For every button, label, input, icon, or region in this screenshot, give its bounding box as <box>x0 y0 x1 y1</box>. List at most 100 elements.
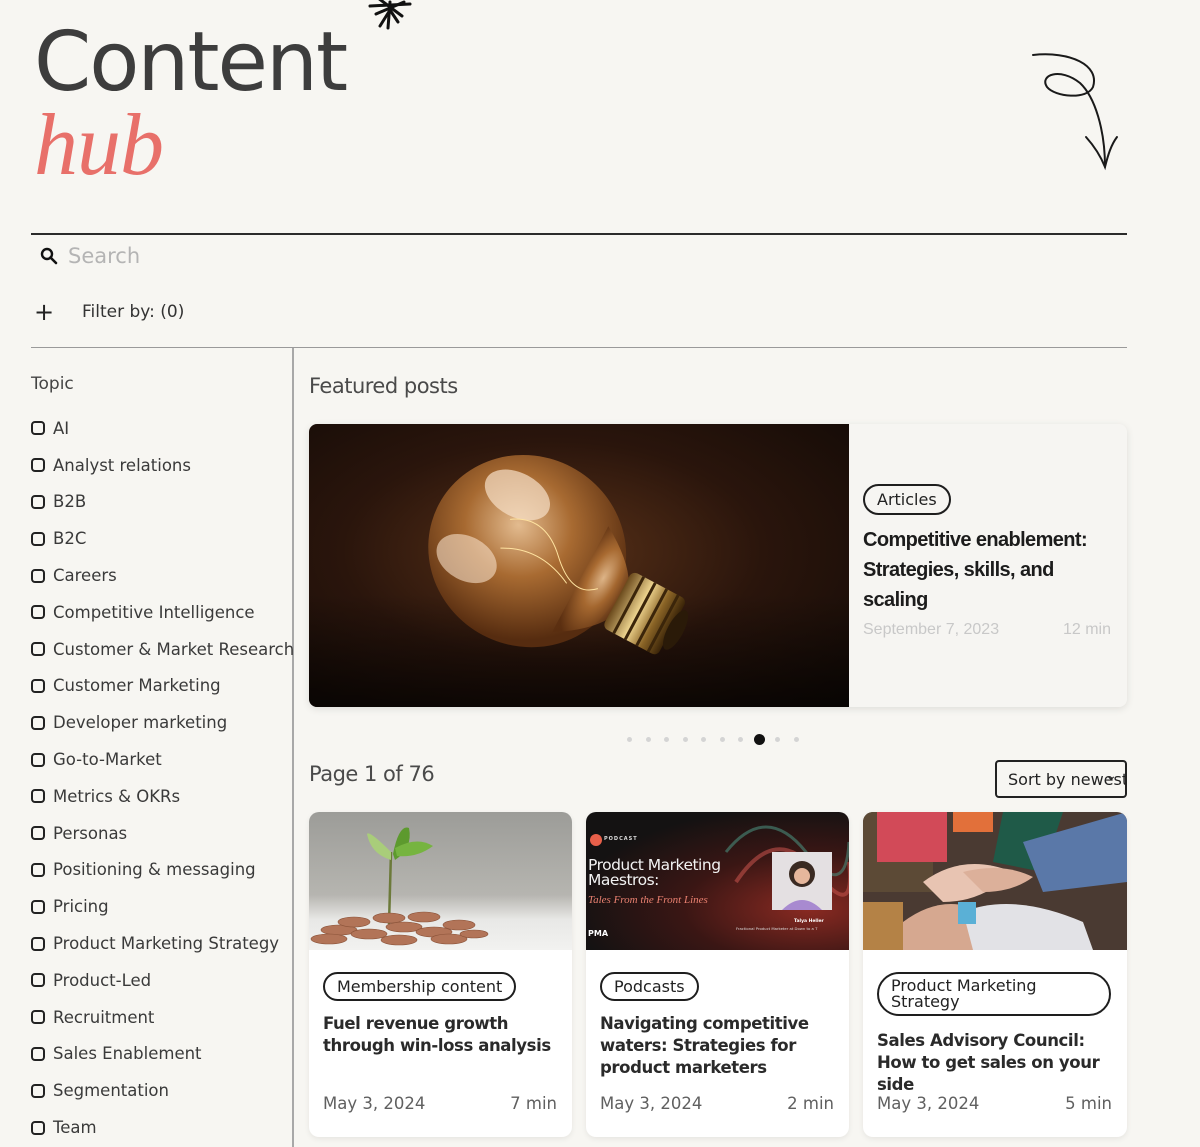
podcast-cover-image: PODCAST Product Marketing Maestros: Tale… <box>586 812 849 950</box>
topic-checkbox-item[interactable]: Product-Led <box>31 962 293 999</box>
carousel-dot[interactable] <box>775 737 780 742</box>
checkbox-icon[interactable] <box>31 789 45 804</box>
podcast-guest-name: Talya Heller <box>794 919 824 924</box>
carousel-dot-active[interactable] <box>753 734 765 745</box>
post-date: May 3, 2024 <box>600 1094 703 1113</box>
chevron-down-icon: ⌄ <box>1105 768 1117 784</box>
checkbox-icon[interactable] <box>31 568 45 583</box>
checkbox-icon[interactable] <box>31 899 45 914</box>
topic-checkbox-item[interactable]: Metrics & OKRs <box>31 778 293 815</box>
topic-checkbox-item[interactable]: Analyst relations <box>31 447 293 484</box>
hero-title-content: Content <box>34 15 348 110</box>
topic-label: Metrics & OKRs <box>53 786 181 806</box>
featured-post-date: September 7, 2023 <box>863 621 1000 638</box>
carousel-dot[interactable] <box>682 737 688 742</box>
topic-checkbox-item[interactable]: B2B <box>31 484 293 521</box>
podcast-guest-role: Fractional Product Marketer at Down to a… <box>736 926 818 931</box>
asterisk-icon <box>368 0 412 30</box>
topic-checkbox-item[interactable]: Pricing <box>31 888 293 925</box>
topic-label: Team <box>53 1118 97 1138</box>
checkbox-icon[interactable] <box>31 531 45 546</box>
topic-label: Developer marketing <box>53 713 228 733</box>
filter-divider <box>31 347 1127 348</box>
topic-label: Product Marketing Strategy <box>53 934 280 954</box>
squiggle-arrow-icon <box>1032 53 1118 171</box>
topic-checkbox-item[interactable]: Personas <box>31 815 293 852</box>
checkbox-icon[interactable] <box>31 1010 45 1025</box>
post-title[interactable]: Navigating competitive waters: Strategie… <box>600 1013 835 1079</box>
carousel-dot[interactable] <box>793 737 799 742</box>
checkbox-icon[interactable] <box>31 715 45 730</box>
carousel-dot[interactable] <box>627 737 632 742</box>
sort-select[interactable]: Sort by newest ⌄ <box>995 760 1127 798</box>
featured-post-card[interactable]: Articles Competitive enablement: Strateg… <box>309 424 1127 707</box>
topic-checkbox-item[interactable]: Positioning & messaging <box>31 852 293 889</box>
topic-label: B2C <box>53 529 87 549</box>
carousel-dot[interactable] <box>664 737 669 742</box>
topic-heading: Topic <box>31 374 74 394</box>
topic-label: Positioning & messaging <box>53 860 256 880</box>
post-title[interactable]: Fuel revenue growth through win-loss ana… <box>323 1013 558 1057</box>
carousel-dot[interactable] <box>701 737 706 742</box>
featured-category-pill[interactable]: Articles <box>863 484 951 515</box>
topic-label: Personas <box>53 823 128 843</box>
post-read-time: 2 min <box>787 1094 834 1113</box>
plus-icon[interactable]: + <box>34 298 82 326</box>
light-bulb-image <box>309 424 849 707</box>
carousel-dot[interactable] <box>738 737 743 742</box>
checkbox-icon[interactable] <box>31 862 45 877</box>
topic-checkbox-item[interactable]: Competitive Intelligence <box>31 594 293 631</box>
checkbox-icon[interactable] <box>31 1120 45 1135</box>
topic-checkbox-item[interactable]: Customer & Market Research <box>31 631 295 668</box>
category-pill[interactable]: Product Marketing Strategy <box>877 972 1111 1016</box>
checkbox-icon[interactable] <box>31 421 45 436</box>
topic-list: AI Analyst relations B2B B2C Careers Competit… <box>31 410 295 1146</box>
carousel-dot[interactable] <box>719 737 725 742</box>
checkbox-icon[interactable] <box>31 605 45 620</box>
checkbox-icon[interactable] <box>31 678 45 693</box>
topic-label: Customer & Market Research <box>53 639 295 659</box>
checkbox-icon[interactable] <box>31 936 45 951</box>
checkbox-icon[interactable] <box>31 642 45 657</box>
topic-checkbox-item[interactable]: Developer marketing <box>31 704 293 741</box>
post-meta: May 3, 2024 7 min <box>323 1094 557 1113</box>
checkbox-icon[interactable] <box>31 458 45 473</box>
post-read-time: 5 min <box>1065 1094 1112 1113</box>
filter-label: Filter by: (0) <box>82 302 185 322</box>
checkbox-icon[interactable] <box>31 494 45 509</box>
topic-checkbox-item[interactable]: Go-to-Market <box>31 741 293 778</box>
topic-checkbox-item[interactable]: Product Marketing Strategy <box>31 925 293 962</box>
checkbox-icon[interactable] <box>31 973 45 988</box>
topic-checkbox-item[interactable]: Recruitment <box>31 999 293 1036</box>
filter-toggle[interactable]: + Filter by: (0) <box>34 298 184 326</box>
post-card-body: Membership content Fuel revenue growth t… <box>309 950 572 1057</box>
topic-checkbox-item[interactable]: Careers <box>31 557 293 594</box>
topic-checkbox-item[interactable]: Segmentation <box>31 1072 293 1109</box>
featured-post-read-time: 12 min <box>1062 621 1111 638</box>
category-pill[interactable]: Podcasts <box>600 972 699 1001</box>
search-input[interactable] <box>68 244 668 268</box>
seedling-coins-image <box>309 812 572 950</box>
topic-checkbox-item[interactable]: AI <box>31 410 293 447</box>
post-meta: May 3, 2024 5 min <box>877 1094 1112 1113</box>
checkbox-icon[interactable] <box>31 752 45 767</box>
post-title[interactable]: Sales Advisory Council: How to get sales… <box>877 1030 1113 1096</box>
topic-checkbox-item[interactable]: Sales Enablement <box>31 1036 293 1073</box>
topic-checkbox-item[interactable]: Team <box>31 1109 293 1146</box>
featured-post-title[interactable]: Competitive enablement: Strategies, skil… <box>863 525 1113 615</box>
checkbox-icon[interactable] <box>31 826 45 841</box>
category-pill[interactable]: Membership content <box>323 972 517 1001</box>
team-hands-image <box>863 812 1127 950</box>
podcast-brand-logo: PMA <box>588 929 609 938</box>
checkbox-icon[interactable] <box>31 1046 45 1061</box>
topic-checkbox-item[interactable]: Customer Marketing <box>31 668 293 705</box>
post-card[interactable]: PODCAST Product Marketing Maestros: Tale… <box>586 812 849 1137</box>
topic-checkbox-item[interactable]: B2C <box>31 520 293 557</box>
podcast-show-title: Product Marketing Maestros: <box>588 856 721 889</box>
post-card[interactable]: Membership content Fuel revenue growth t… <box>309 812 572 1137</box>
carousel-dot[interactable] <box>645 737 651 742</box>
post-date: May 3, 2024 <box>877 1094 980 1113</box>
topic-label: Segmentation <box>53 1081 169 1101</box>
checkbox-icon[interactable] <box>31 1083 45 1098</box>
post-card[interactable]: Product Marketing Strategy Sales Advisor… <box>863 812 1127 1137</box>
